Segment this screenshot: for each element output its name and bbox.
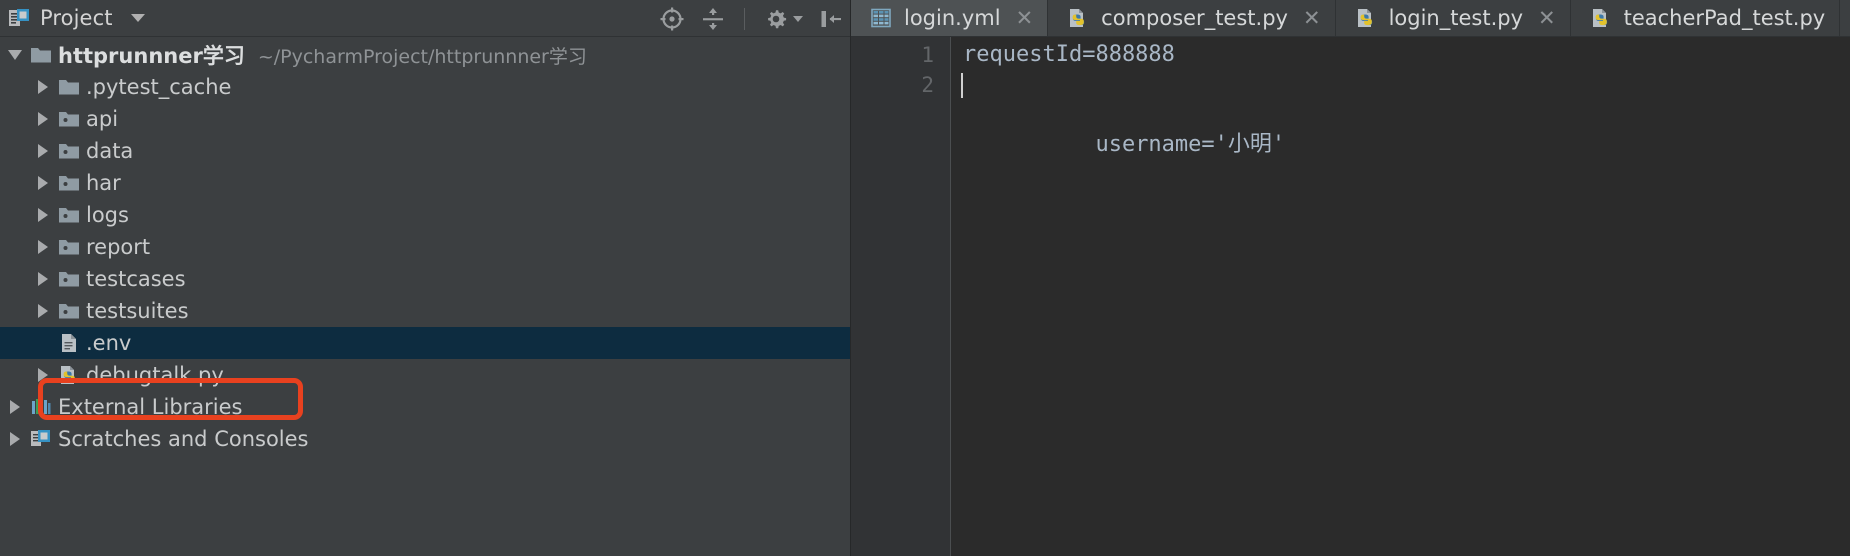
pycharm-window: Project httprunnner学习 ~/PycharmProject/h… bbox=[0, 0, 1850, 556]
python-file-icon bbox=[1589, 6, 1613, 30]
tree-label: debugtalk.py bbox=[86, 363, 224, 387]
editor-tab-bar[interactable]: login.yml ✕ composer_test.py ✕ login_tes… bbox=[851, 0, 1850, 37]
line-number-gutter: 1 2 bbox=[851, 37, 951, 556]
chevron-right-icon[interactable] bbox=[32, 112, 54, 126]
locate-in-tree-icon[interactable] bbox=[659, 6, 685, 32]
project-tool-window-button[interactable]: Project bbox=[8, 6, 145, 30]
tree-row-testsuites[interactable]: testsuites bbox=[0, 295, 850, 327]
text-file-icon bbox=[54, 331, 84, 355]
tree-label: .env bbox=[86, 331, 132, 355]
close-icon[interactable]: ✕ bbox=[1303, 7, 1321, 29]
tab-label: composer_test.py bbox=[1101, 6, 1288, 30]
chevron-right-icon[interactable] bbox=[4, 400, 26, 414]
code-line[interactable]: requestId=888888 bbox=[951, 40, 1850, 70]
tree-row-scratches-and-consoles[interactable]: Scratches and Consoles bbox=[0, 423, 850, 455]
editor-tab-composer-test-py[interactable]: composer_test.py ✕ bbox=[1048, 0, 1336, 36]
tree-label: testcases bbox=[86, 267, 186, 291]
package-folder-icon bbox=[54, 267, 84, 291]
editor-tab-teacherpad-test-py[interactable]: teacherPad_test.py ✕ bbox=[1571, 0, 1841, 36]
python-file-icon bbox=[1354, 6, 1378, 30]
package-folder-icon bbox=[54, 139, 84, 163]
tree-row-pytest-cache[interactable]: .pytest_cache bbox=[0, 71, 850, 103]
hide-panel-icon[interactable] bbox=[818, 6, 844, 32]
project-panel-title: Project bbox=[40, 6, 113, 30]
gear-icon[interactable] bbox=[763, 6, 803, 32]
editor-body: 1 2 requestId=888888 username='小明' bbox=[851, 37, 1850, 556]
project-panel: Project httprunnner学习 ~/PycharmProject/h… bbox=[0, 0, 850, 556]
close-icon[interactable]: ✕ bbox=[1538, 7, 1556, 29]
code-line-with-caret[interactable]: username='小明' bbox=[951, 70, 1850, 157]
toolbar-divider bbox=[744, 7, 745, 30]
project-panel-header: Project bbox=[0, 0, 850, 37]
chevron-right-icon[interactable] bbox=[32, 144, 54, 158]
tree-row-api[interactable]: api bbox=[0, 103, 850, 135]
tree-label: .pytest_cache bbox=[86, 75, 232, 99]
tree-label: testsuites bbox=[86, 299, 189, 323]
tree-row-debugtalk-py[interactable]: debugtalk.py bbox=[0, 359, 850, 391]
tree-label: data bbox=[86, 139, 134, 163]
project-file-tree[interactable]: httprunnner学习 ~/PycharmProject/httprunnn… bbox=[0, 37, 850, 455]
project-root-path: ~/PycharmProject/httprunnner学习 bbox=[257, 45, 587, 68]
tree-row-project-root[interactable]: httprunnner学习 ~/PycharmProject/httprunnn… bbox=[0, 39, 850, 71]
tree-row-har[interactable]: har bbox=[0, 167, 850, 199]
chevron-down-icon[interactable] bbox=[130, 14, 145, 22]
package-folder-icon bbox=[54, 203, 84, 227]
project-icon bbox=[8, 7, 30, 29]
tab-label: login.yml bbox=[904, 6, 1001, 30]
tree-row-report[interactable]: report bbox=[0, 231, 850, 263]
tree-label: har bbox=[86, 171, 121, 195]
tree-row-testcases[interactable]: testcases bbox=[0, 263, 850, 295]
tree-label: httprunnner学习 bbox=[58, 44, 245, 68]
python-file-icon bbox=[1066, 6, 1090, 30]
editor-tab-login-test-py[interactable]: login_test.py ✕ bbox=[1336, 0, 1571, 36]
chevron-right-icon[interactable] bbox=[4, 432, 26, 446]
tree-label: logs bbox=[86, 203, 129, 227]
tree-label: report bbox=[86, 235, 151, 259]
tree-row-external-libraries[interactable]: External Libraries bbox=[0, 391, 850, 423]
tree-row-data[interactable]: data bbox=[0, 135, 850, 167]
text-caret bbox=[961, 73, 963, 98]
chevron-right-icon[interactable] bbox=[32, 272, 54, 286]
editor-pane: login.yml ✕ composer_test.py ✕ login_tes… bbox=[850, 0, 1850, 556]
folder-icon bbox=[54, 75, 84, 99]
chevron-right-icon[interactable] bbox=[32, 368, 54, 382]
yaml-file-icon bbox=[869, 6, 893, 30]
chevron-down-icon[interactable] bbox=[4, 50, 26, 60]
tree-row-logs[interactable]: logs bbox=[0, 199, 850, 231]
chevron-right-icon[interactable] bbox=[32, 80, 54, 94]
package-folder-icon bbox=[54, 171, 84, 195]
chevron-right-icon[interactable] bbox=[32, 304, 54, 318]
code-line-text: username='小明' bbox=[1095, 132, 1286, 157]
scratches-icon bbox=[26, 427, 56, 451]
folder-icon bbox=[26, 43, 56, 67]
tree-label: Scratches and Consoles bbox=[58, 427, 309, 451]
chevron-right-icon[interactable] bbox=[32, 240, 54, 254]
code-area[interactable]: requestId=888888 username='小明' bbox=[951, 37, 1850, 556]
package-folder-icon bbox=[54, 235, 84, 259]
close-icon[interactable]: ✕ bbox=[1016, 7, 1034, 29]
package-folder-icon bbox=[54, 107, 84, 131]
chevron-right-icon[interactable] bbox=[32, 208, 54, 222]
package-folder-icon bbox=[54, 299, 84, 323]
project-panel-toolbar bbox=[659, 0, 844, 37]
tree-label: External Libraries bbox=[58, 395, 243, 419]
collapse-all-icon[interactable] bbox=[700, 6, 726, 32]
tab-label: teacherPad_test.py bbox=[1623, 6, 1826, 30]
tree-label: api bbox=[86, 107, 119, 131]
external-libraries-icon bbox=[26, 395, 56, 419]
editor-tab-login-yml[interactable]: login.yml ✕ bbox=[851, 0, 1049, 36]
tab-label: login_test.py bbox=[1388, 6, 1523, 30]
python-file-icon bbox=[54, 363, 84, 387]
line-number: 2 bbox=[921, 73, 934, 97]
tree-row-env[interactable]: .env bbox=[0, 327, 850, 359]
line-number: 1 bbox=[921, 43, 934, 67]
chevron-right-icon[interactable] bbox=[32, 176, 54, 190]
